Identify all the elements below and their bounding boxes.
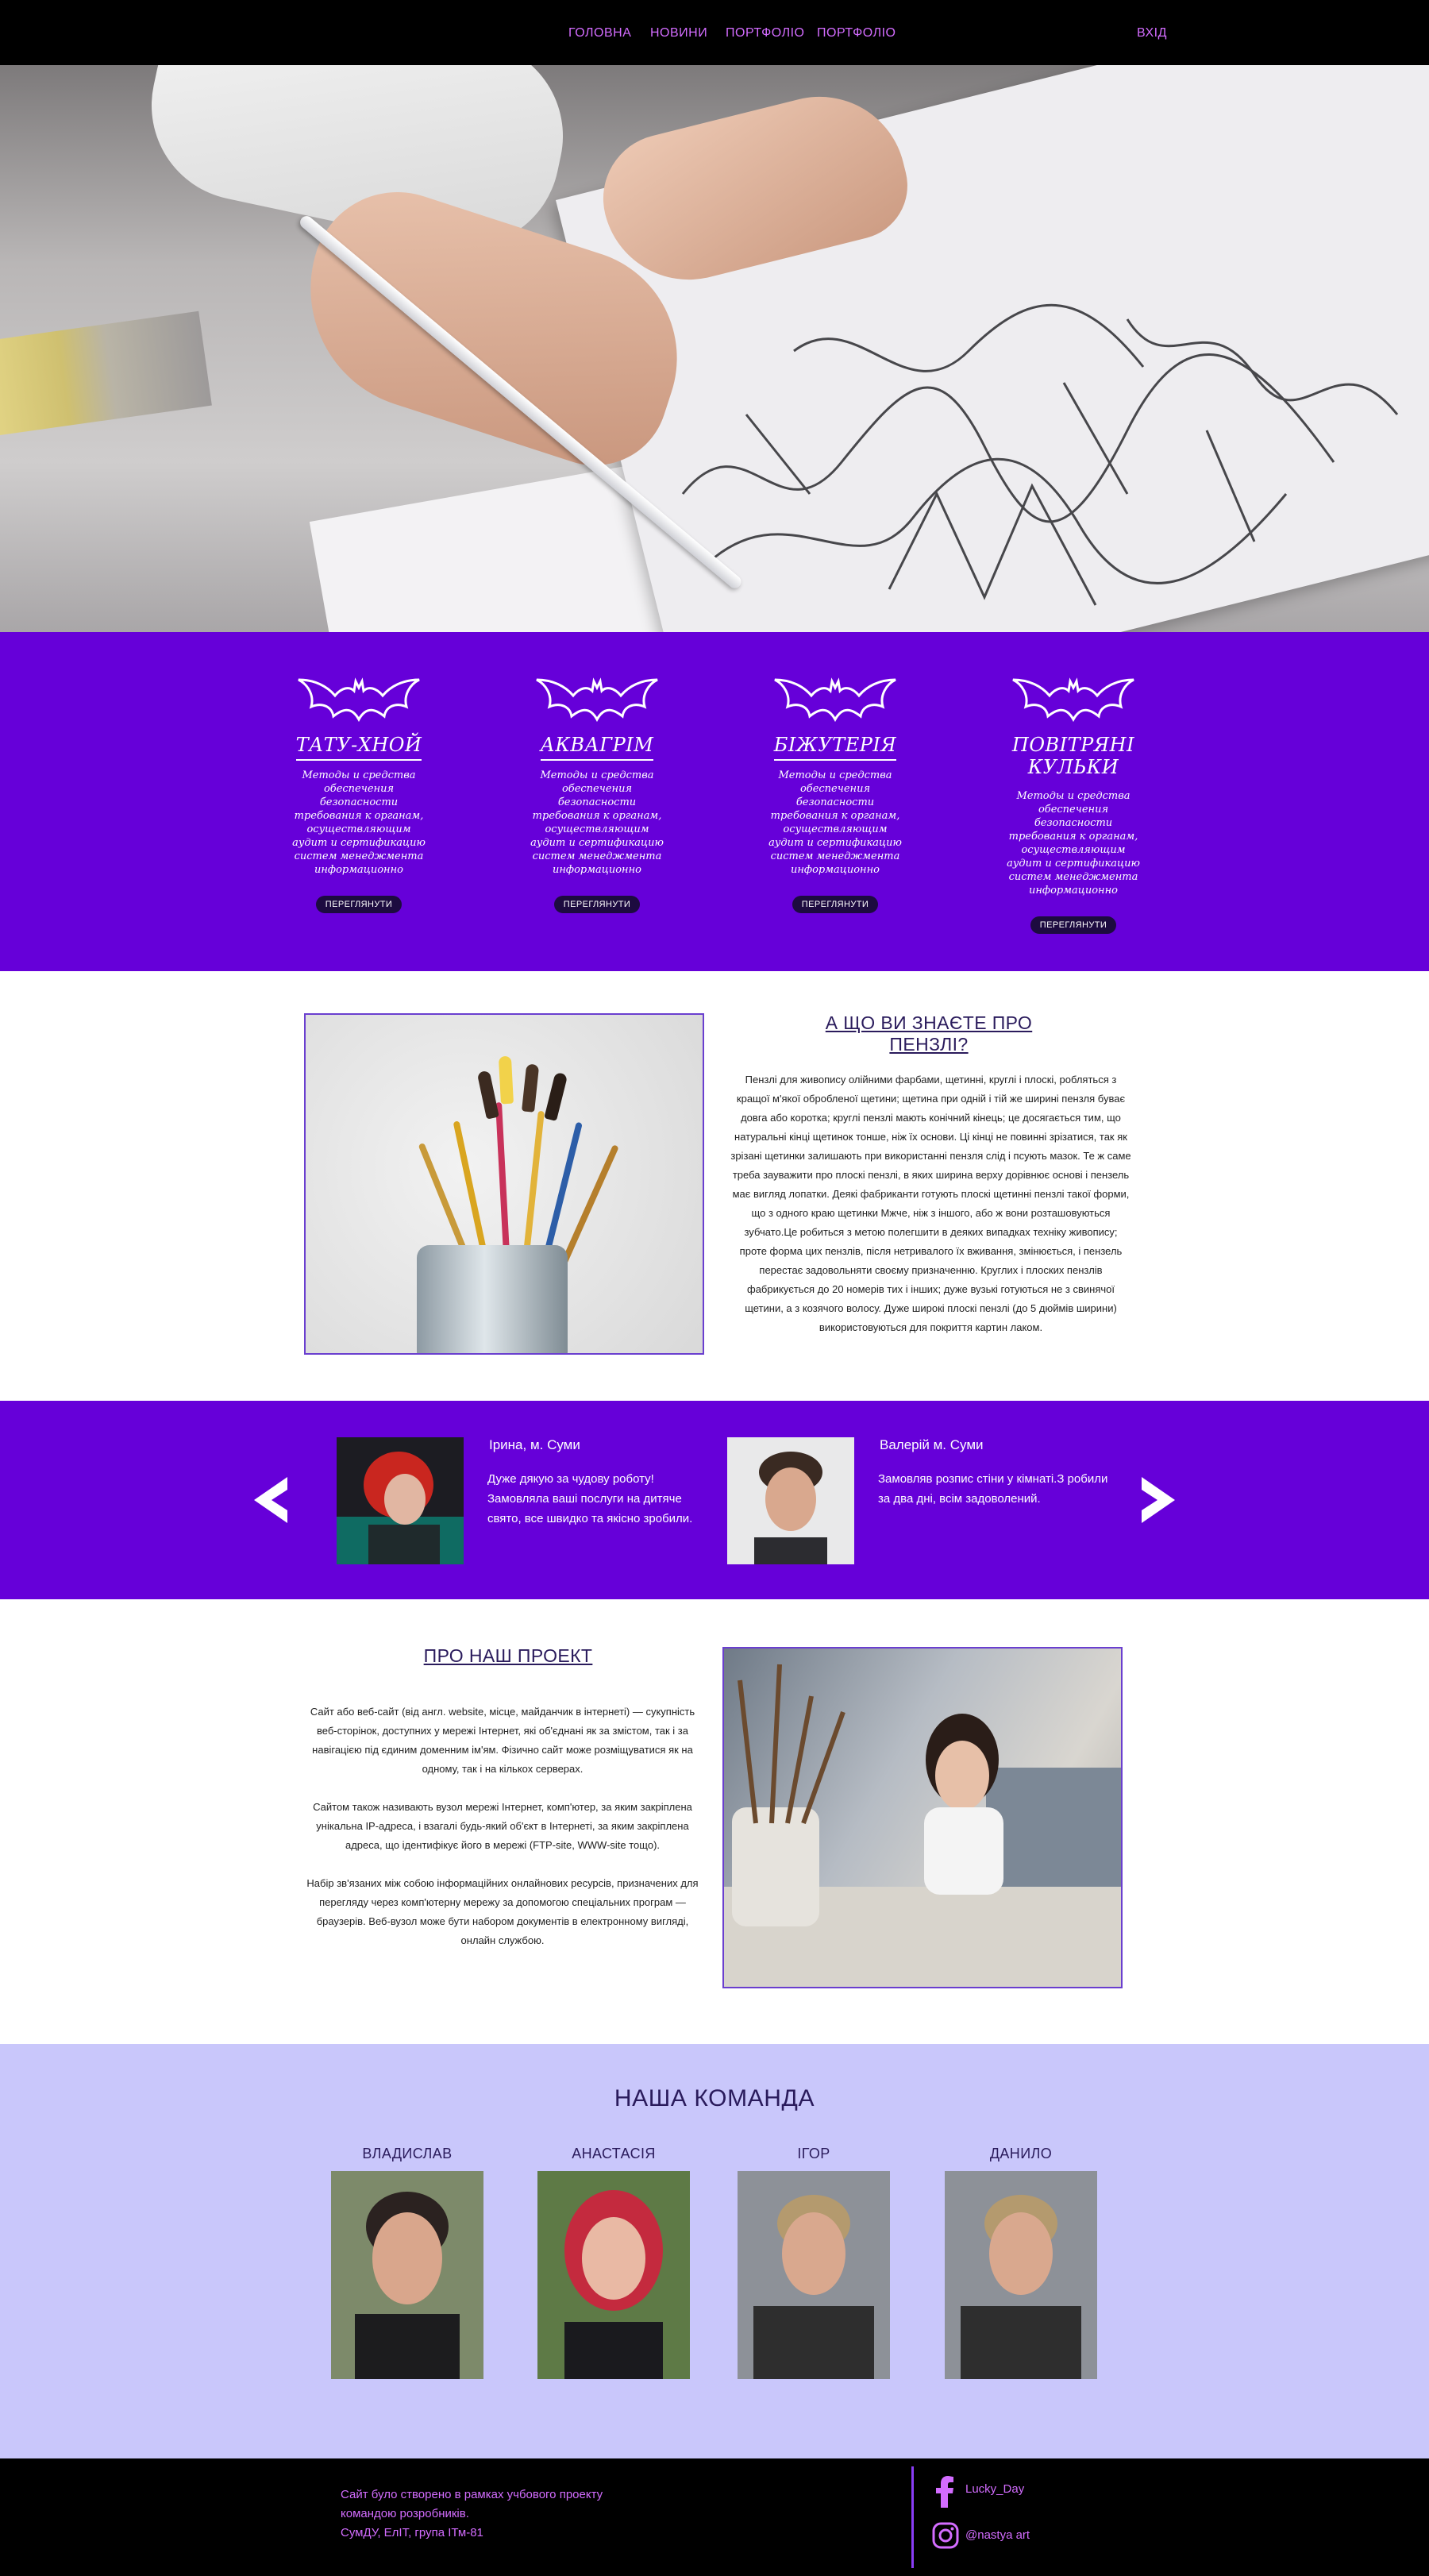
arrow-left-icon[interactable] [249,1474,291,1526]
review-text: Дуже дякую за чудову роботу! Замовляла в… [487,1472,693,1525]
top-nav: ГОЛОВНА НОВИНИ ПОРТФОЛІО ПОРТФОЛІО ВХІД [0,0,1429,65]
bat-icon [1012,677,1134,723]
bat-icon [774,677,896,723]
brush-tip [544,1071,568,1121]
facebook-handle: Lucky_Day [965,2482,1025,2496]
arrow-right-icon[interactable] [1138,1474,1180,1526]
testimonials-section: Ірина, м. Суми Дуже дякую за чудову робо… [0,1401,1429,1599]
view-button[interactable]: ПЕРЕГЛЯНУТИ [315,896,403,913]
view-button[interactable]: ПЕРЕГЛЯНУТИ [553,896,641,913]
footer-line: СумДУ, ЕлІТ, група ІТм-81 [341,2526,483,2539]
service-card: АКВАГРІМ Методы и средства обеспечения б… [510,664,684,913]
footer-text: Сайт було створено в рамках учбового про… [341,2485,603,2543]
facebook-icon [936,2476,953,2508]
brush [495,1102,510,1270]
review-text: Замовляв розпис стіни у кімнаті.З робили… [878,1472,1108,1506]
article-body: Пензлі для живопису олійними фарбами, ще… [730,1074,1131,1333]
project-paragraph: Набір зв'язаних між собою інформаційних … [306,1877,699,1946]
instagram-link[interactable]: @nastya art [932,2522,1030,2552]
brush-tip [522,1063,540,1113]
service-card: ТАТУ-ХНОЙ Методы и средства обеспечения … [272,664,446,913]
brushes-photo [304,1013,704,1355]
reviewer-name: Ірина, м. Суми [489,1437,580,1452]
team-member: АНАСТАСІЯ [537,2146,690,2379]
nav-home[interactable]: ГОЛОВНА [568,26,631,40]
project-paragraph: Сайтом також називають вузол мережі Інте… [313,1801,692,1851]
instagram-icon [932,2522,959,2549]
team-section: НАША КОМАНДА ВЛАДИСЛАВ АНАСТАСІЯ ІГОР ДА… [0,2044,1429,2458]
team-member: ВЛАДИСЛАВ [331,2146,483,2379]
reviewer-photo [337,1437,464,1564]
service-card: БІЖУТЕРІЯ Методы и средства обеспечения … [748,664,922,913]
member-name: ДАНИЛО [989,2146,1053,2161]
team-member: ДАНИЛО [945,2146,1097,2379]
footer: Сайт було створено в рамках учбового про… [0,2458,1429,2576]
services-section: ТАТУ-ХНОЙ Методы и средства обеспечения … [0,632,1429,971]
article-title: А ЩО ВИ ЗНАЄТЕ ПРО ПЕНЗЛІ? [825,1012,1033,1055]
footer-line: командою розробників. [341,2507,469,2520]
brush-tip [498,1055,514,1105]
service-title: БІЖУТЕРІЯ [773,734,897,761]
member-photo [537,2171,690,2379]
service-title: ТАТУ-ХНОЙ [295,734,422,761]
member-photo [331,2171,483,2379]
reviewer-photo [727,1437,854,1564]
nav-portfolio-2[interactable]: ПОРТФОЛІО [817,26,896,40]
service-desc: Методы и средства обеспечения безопаснос… [292,769,426,876]
member-name: АНАСТАСІЯ [572,2146,656,2161]
project-body: Сайт або веб-сайт (від англ. website, мі… [300,1703,705,1969]
bat-icon [536,677,658,723]
project-photo [722,1647,1123,1988]
member-photo [738,2171,890,2379]
view-button[interactable]: ПЕРЕГЛЯНУТИ [1030,916,1117,934]
sketch-lines [681,303,1399,606]
instagram-handle: @nastya art [965,2528,1030,2542]
nav-portfolio[interactable]: ПОРТФОЛІО [726,26,804,40]
project-paragraph: Сайт або веб-сайт (від англ. website, мі… [310,1706,695,1775]
view-button[interactable]: ПЕРЕГЛЯНУТИ [792,896,879,913]
footer-divider [911,2466,914,2568]
project-title: ПРО НАШ ПРОЕКТ [423,1645,593,1666]
service-title: АКВАГРІМ [540,734,654,761]
service-card: ПОВІТРЯНІ КУЛЬКИ Методы и средства обесп… [986,664,1161,934]
facebook-link[interactable]: Lucky_Day [932,2476,1024,2511]
team-member: ІГОР [738,2146,890,2379]
member-name: ВЛАДИСЛАВ [362,2146,453,2161]
member-name: ІГОР [797,2146,830,2161]
nav-news[interactable]: НОВИНИ [650,26,707,40]
service-desc: Методы и средства обеспечения безопаснос… [1007,790,1140,897]
service-title: ПОВІТРЯНІ КУЛЬКИ [1011,734,1135,778]
service-desc: Методы и средства обеспечения безопаснос… [768,769,902,876]
member-photo [945,2171,1097,2379]
brush-tip [476,1070,499,1120]
reviewer-name: Валерій м. Суми [880,1437,984,1452]
bat-icon [298,677,420,723]
jar [417,1245,568,1353]
color-swatch [0,310,212,439]
footer-line: Сайт було створено в рамках учбового про… [341,2488,603,2501]
hero-image [0,65,1429,632]
team-title: НАША КОМАНДА [614,2085,815,2111]
nav-login[interactable]: ВХІД [1137,26,1167,40]
service-desc: Методы и средства обеспечения безопаснос… [530,769,664,876]
